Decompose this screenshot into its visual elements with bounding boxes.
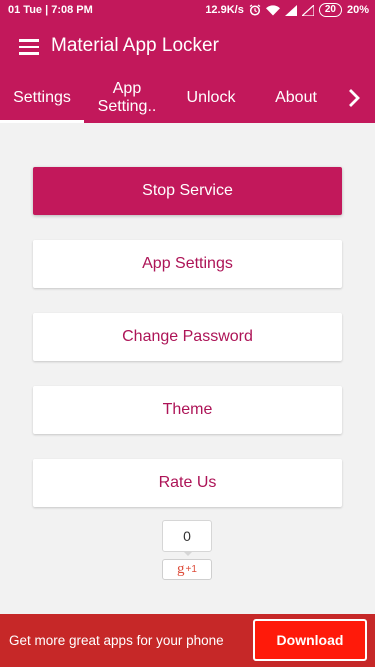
- ad-banner[interactable]: Get more great apps for your phone Downl…: [0, 614, 375, 667]
- chevron-right-icon[interactable]: [340, 72, 370, 123]
- tab-bar: Settings App Setting.. Unlock About: [0, 72, 375, 123]
- tab-unlock[interactable]: Unlock: [172, 72, 250, 123]
- status-icons: 12.9K/s 20 20%: [205, 3, 369, 17]
- gplus-count: 0: [162, 520, 212, 552]
- alarm-icon: [249, 4, 261, 16]
- battery-icon: 20: [318, 3, 342, 17]
- change-password-button[interactable]: Change Password: [33, 313, 342, 361]
- app-title: Material App Locker: [51, 35, 219, 56]
- gplus-count-pointer: [183, 551, 193, 556]
- wifi-icon: [265, 4, 280, 16]
- signal-icon: [301, 4, 314, 16]
- gplus-plus-one-label: +1: [185, 564, 197, 575]
- theme-button[interactable]: Theme: [33, 386, 342, 434]
- gplus-icon: g: [177, 561, 185, 577]
- battery-percent: 20%: [346, 4, 369, 16]
- tab-settings[interactable]: Settings: [0, 72, 84, 123]
- network-speed: 12.9K/s: [205, 4, 244, 16]
- rate-us-button[interactable]: Rate Us: [33, 459, 342, 507]
- app-settings-button[interactable]: App Settings: [33, 240, 342, 288]
- gplus-one-button[interactable]: g +1: [162, 559, 212, 580]
- signal-icon: [284, 4, 297, 16]
- download-button[interactable]: Download: [253, 619, 367, 661]
- tab-about[interactable]: About: [258, 72, 334, 123]
- tab-indicator: [0, 120, 84, 123]
- status-bar: 01 Tue | 7:08 PM 12.9K/s 20 20%: [0, 0, 375, 22]
- ad-text: Get more great apps for your phone: [9, 633, 224, 648]
- stop-service-button[interactable]: Stop Service: [33, 167, 342, 215]
- tab-app-settings-label: App Setting..: [97, 79, 157, 115]
- tab-app-settings[interactable]: App Setting..: [86, 72, 168, 123]
- hamburger-menu-icon[interactable]: [19, 39, 39, 55]
- status-time: 01 Tue | 7:08 PM: [8, 4, 93, 16]
- app-bar: Material App Locker: [0, 22, 375, 72]
